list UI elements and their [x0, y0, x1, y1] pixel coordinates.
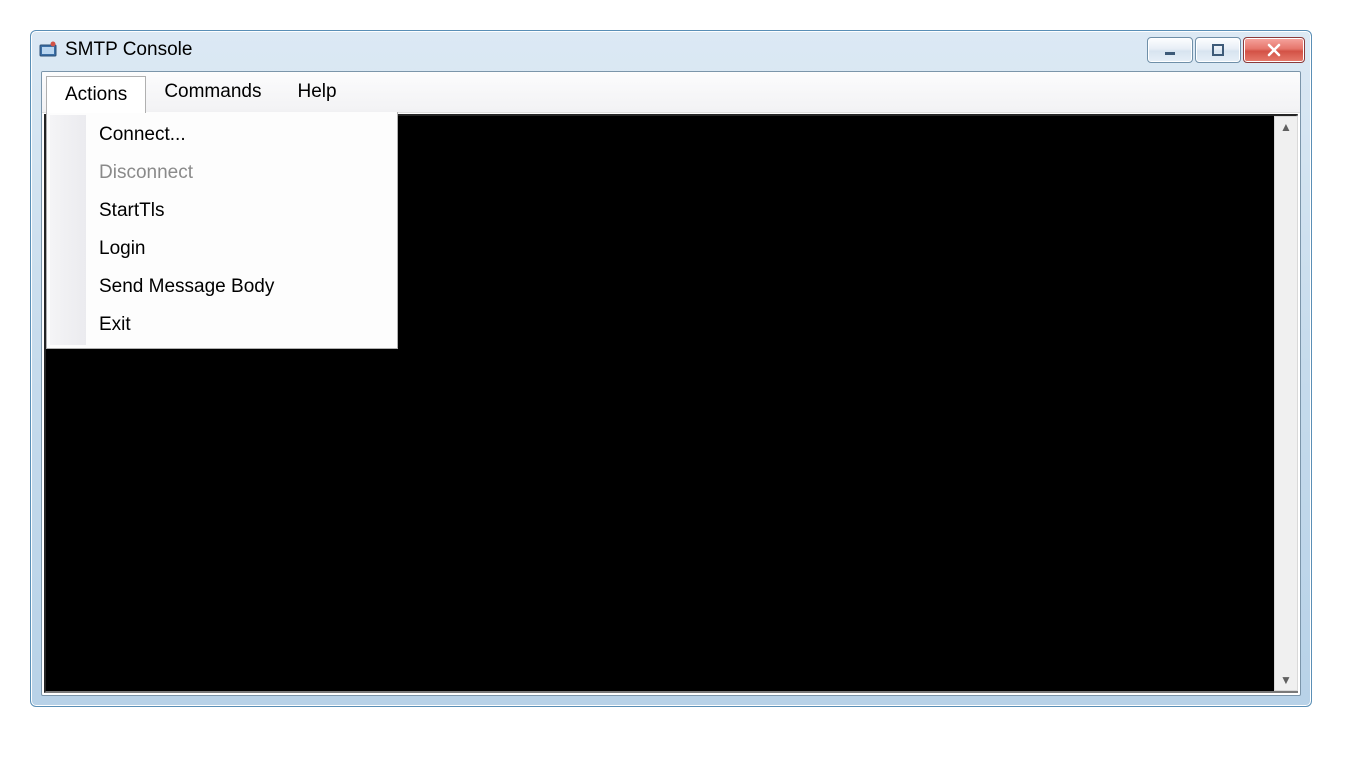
maximize-button[interactable]	[1195, 37, 1241, 63]
menu-label: Actions	[65, 84, 127, 106]
minimize-icon	[1163, 43, 1177, 57]
close-icon	[1266, 42, 1282, 58]
menu-item-connect[interactable]: Connect...	[47, 116, 397, 154]
close-button[interactable]	[1243, 37, 1305, 63]
titlebar[interactable]: SMTP Console	[31, 31, 1311, 69]
menu-label: Commands	[164, 81, 261, 103]
window-title: SMTP Console	[65, 39, 192, 61]
menu-help[interactable]: Help	[279, 72, 354, 112]
menu-item-label: Disconnect	[99, 162, 193, 183]
menu-item-login[interactable]: Login	[47, 230, 397, 268]
menu-item-disconnect: Disconnect	[47, 154, 397, 192]
menu-item-label: Login	[99, 238, 146, 259]
menu-item-exit[interactable]: Exit	[47, 306, 397, 344]
actions-dropdown: Connect... Disconnect StartTls Login Sen…	[46, 112, 398, 349]
menu-item-send-message-body[interactable]: Send Message Body	[47, 268, 397, 306]
window-controls	[1147, 37, 1307, 63]
client-area: Actions Commands Help Connect... Disconn…	[41, 71, 1301, 696]
vertical-scrollbar[interactable]: ▲ ▼	[1274, 116, 1298, 691]
menu-item-label: Exit	[99, 314, 131, 335]
menu-item-starttls[interactable]: StartTls	[47, 192, 397, 230]
menu-commands[interactable]: Commands	[146, 72, 279, 112]
menu-item-label: Connect...	[99, 124, 186, 145]
menu-actions[interactable]: Actions	[46, 76, 146, 113]
menu-item-label: StartTls	[99, 200, 164, 221]
app-icon	[39, 41, 57, 59]
menu-item-label: Send Message Body	[99, 276, 274, 297]
minimize-button[interactable]	[1147, 37, 1193, 63]
scroll-down-arrow-icon[interactable]: ▼	[1275, 670, 1297, 690]
maximize-icon	[1211, 43, 1225, 57]
menubar: Actions Commands Help	[42, 72, 1300, 113]
menu-label: Help	[297, 81, 336, 103]
scroll-up-arrow-icon[interactable]: ▲	[1275, 117, 1297, 137]
app-window: SMTP Console Actions Commands	[30, 30, 1312, 707]
